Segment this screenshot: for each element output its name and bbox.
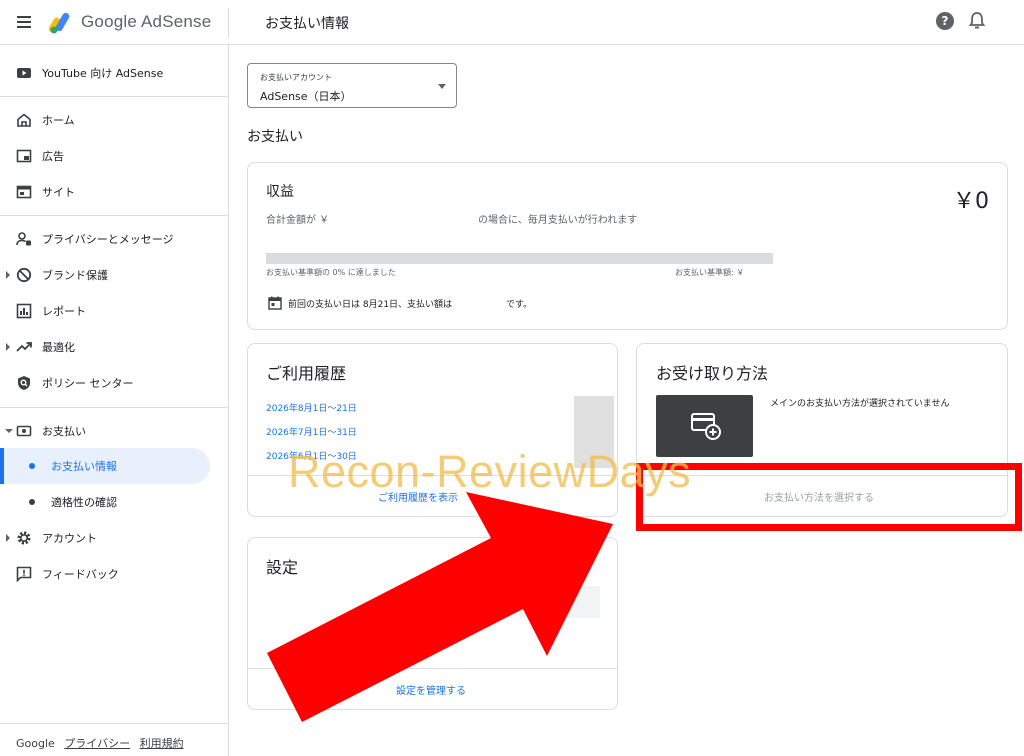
sidebar-item-payment-info[interactable]: お支払い情報 bbox=[0, 448, 210, 484]
bullet-dot-icon bbox=[29, 463, 35, 469]
payments-icon bbox=[16, 425, 32, 437]
top-divider bbox=[228, 8, 229, 38]
sidebar-item-label: 広告 bbox=[42, 150, 64, 163]
earnings-card: 収益 ￥0 合計金額が ￥ の場合に、毎月支払いが行われます お支払い基準額の … bbox=[247, 162, 1008, 330]
sidebar-item-label: プライバシーとメッセージ bbox=[42, 233, 174, 246]
notifications-bell-icon[interactable] bbox=[968, 11, 986, 31]
sidebar-item-label: お支払い bbox=[42, 425, 86, 438]
home-icon bbox=[17, 113, 31, 127]
expand-caret-icon[interactable] bbox=[6, 343, 10, 351]
ads-icon bbox=[16, 149, 32, 163]
earnings-amount: ￥0 bbox=[953, 189, 989, 214]
sidebar-item-label: サイト bbox=[42, 186, 75, 199]
settings-title: 設定 bbox=[266, 558, 299, 577]
bullet-dot-icon bbox=[29, 499, 35, 505]
sidebar-item-brand-safety[interactable]: ブランド保護 bbox=[0, 257, 228, 293]
sidebar-item-eligibility[interactable]: 適格性の確認 bbox=[0, 484, 228, 520]
sidebar-item-label: YouTube 向け AdSense bbox=[42, 67, 164, 80]
sidebar-item-policy-center[interactable]: ポリシー センター bbox=[0, 365, 228, 401]
sidebar-footer-links: Google プライバシー 利用規約 bbox=[16, 735, 190, 751]
sidebar-item-label: 最適化 bbox=[42, 341, 75, 354]
sidebar-item-privacy-messaging[interactable]: プライバシーとメッセージ bbox=[0, 221, 228, 257]
menu-icon[interactable] bbox=[14, 12, 36, 32]
privacy-link[interactable]: プライバシー bbox=[64, 737, 130, 750]
sidebar-item-account[interactable]: アカウント bbox=[0, 520, 228, 556]
payments-section-title: お支払い bbox=[247, 129, 303, 145]
trending-up-icon bbox=[16, 342, 32, 352]
sidebar-divider bbox=[0, 215, 228, 216]
monthly-payment-text: の場合に、毎月支払いが行われます bbox=[478, 215, 638, 226]
adsense-logo-icon bbox=[49, 12, 70, 34]
settings-card: 設定 設定を管理する bbox=[247, 537, 618, 710]
sidebar-item-label: ポリシー センター bbox=[42, 377, 134, 390]
watermark-text: Recon-ReviewDays bbox=[288, 446, 692, 497]
threshold-amount-label: お支払い基準額: ￥ bbox=[675, 268, 745, 277]
add-card-icon bbox=[691, 413, 721, 440]
transactions-title: ご利用履歴 bbox=[266, 364, 347, 383]
payment-account-select[interactable]: お支払いアカウント AdSense（日本） bbox=[247, 63, 457, 108]
payment-threshold-text: 合計金額が ￥ bbox=[266, 215, 330, 226]
manage-settings-link[interactable]: 設定を管理する bbox=[396, 682, 466, 697]
sidebar-item-label: レポート bbox=[42, 305, 86, 318]
expand-caret-icon[interactable] bbox=[6, 534, 10, 542]
sidebar-item-label: アカウント bbox=[42, 532, 97, 545]
sidebar-item-optimization[interactable]: 最適化 bbox=[0, 329, 228, 365]
sidebar-footer-divider bbox=[0, 723, 228, 724]
sidebar-item-label: 適格性の確認 bbox=[51, 496, 117, 509]
privacy-person-icon bbox=[16, 232, 31, 246]
sidebar-item-youtube-adsense[interactable]: YouTube 向け AdSense bbox=[0, 55, 228, 91]
collapse-caret-icon[interactable] bbox=[5, 429, 13, 433]
page-title: お支払い情報 bbox=[265, 16, 349, 32]
sidebar-item-feedback[interactable]: フィードバック bbox=[0, 556, 228, 592]
sidebar-item-label: フィードバック bbox=[42, 568, 119, 581]
terms-link[interactable]: 利用規約 bbox=[140, 737, 184, 750]
sidebar-divider bbox=[0, 96, 228, 97]
policy-shield-icon bbox=[18, 376, 30, 390]
block-icon bbox=[16, 267, 32, 283]
sidebar-item-payments[interactable]: お支払い bbox=[0, 413, 228, 449]
help-icon[interactable]: ? bbox=[936, 12, 954, 30]
sidebar-item-sites[interactable]: サイト bbox=[0, 174, 228, 210]
settings-illustration bbox=[520, 586, 600, 618]
threshold-progress-label: お支払い基準額の 0% に達しました bbox=[266, 268, 396, 277]
payment-account-label: お支払いアカウント bbox=[260, 73, 332, 82]
card-divider bbox=[248, 668, 617, 669]
google-footer-label: Google bbox=[16, 737, 55, 750]
youtube-icon bbox=[17, 68, 31, 78]
sidebar-divider bbox=[0, 407, 228, 408]
earnings-title: 収益 bbox=[266, 184, 294, 200]
history-period-link[interactable]: 2026年8月1日〜21日 bbox=[266, 401, 357, 414]
top-app-bar: Google AdSense お支払い情報 ? bbox=[0, 0, 1024, 45]
sidebar-item-ads[interactable]: 広告 bbox=[0, 138, 228, 174]
sidebar-item-reports[interactable]: レポート bbox=[0, 293, 228, 329]
reports-icon bbox=[16, 303, 32, 319]
sidebar-item-label: お支払い情報 bbox=[51, 460, 117, 473]
no-payment-method-note: メインのお支払い方法が選択されていません bbox=[770, 399, 950, 409]
history-period-link[interactable]: 2026年7月1日〜31日 bbox=[266, 425, 357, 438]
sidebar-item-label: ブランド保護 bbox=[42, 269, 108, 282]
sidebar-nav: YouTube 向け AdSense ホーム 広告 サイト プライバシーとメッセ… bbox=[0, 45, 229, 756]
threshold-progress-bar bbox=[266, 253, 773, 264]
last-payment-text: 前回の支払い日は 8月21日、支払い額は bbox=[288, 300, 453, 310]
dropdown-arrow-icon bbox=[438, 84, 446, 89]
sidebar-item-home[interactable]: ホーム bbox=[0, 102, 228, 138]
red-highlight-box bbox=[636, 463, 1022, 531]
feedback-icon bbox=[16, 566, 32, 582]
expand-caret-icon[interactable] bbox=[6, 271, 10, 279]
brand-name: Google AdSense bbox=[81, 12, 212, 31]
last-payment-suffix: です。 bbox=[506, 300, 533, 310]
payment-method-title: お受け取り方法 bbox=[656, 364, 769, 383]
sidebar-item-label: ホーム bbox=[42, 114, 75, 127]
payment-account-value: AdSense（日本） bbox=[260, 90, 352, 103]
sites-icon bbox=[16, 185, 32, 199]
calendar-icon bbox=[268, 296, 282, 310]
gear-icon bbox=[17, 531, 31, 545]
